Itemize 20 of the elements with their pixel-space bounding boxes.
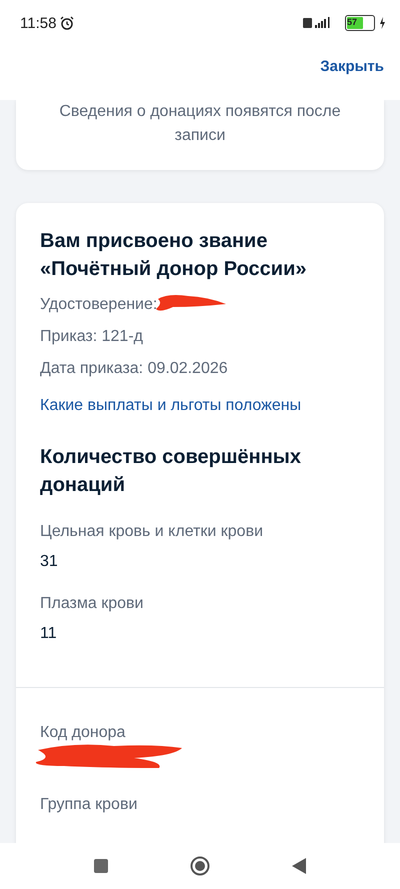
close-link[interactable]: Закрыть: [320, 58, 384, 75]
field-label: Код донора: [40, 723, 126, 743]
notice-text: Сведения о донациях появятся после записи: [58, 102, 342, 146]
detail-text: Дата приказа: 09.02.2026: [40, 359, 228, 379]
back-icon[interactable]: [292, 858, 306, 874]
card-title: Вам присвоено звание «Почётный донор России»: [40, 229, 308, 282]
alarm-clock-icon: [60, 16, 74, 30]
section-title: Количество совершённых донаций: [40, 445, 302, 498]
donation-label: Плазма крови: [40, 594, 144, 614]
donation-label: Цельная кровь и клетки крови: [40, 522, 264, 542]
donation-count: 31: [40, 553, 59, 571]
detail-text: Приказ: 121-д: [40, 327, 143, 347]
status-time: 11:58: [20, 14, 56, 32]
detail-text: Удостоверение:: [40, 295, 158, 315]
charging-icon: [379, 17, 386, 29]
donation-count: 11: [40, 625, 58, 643]
home-icon[interactable]: [190, 856, 210, 876]
battery-level: 57: [347, 17, 363, 29]
benefits-link[interactable]: Какие выплаты и льготы положены: [40, 397, 360, 415]
field-label: Группа крови: [40, 795, 138, 815]
